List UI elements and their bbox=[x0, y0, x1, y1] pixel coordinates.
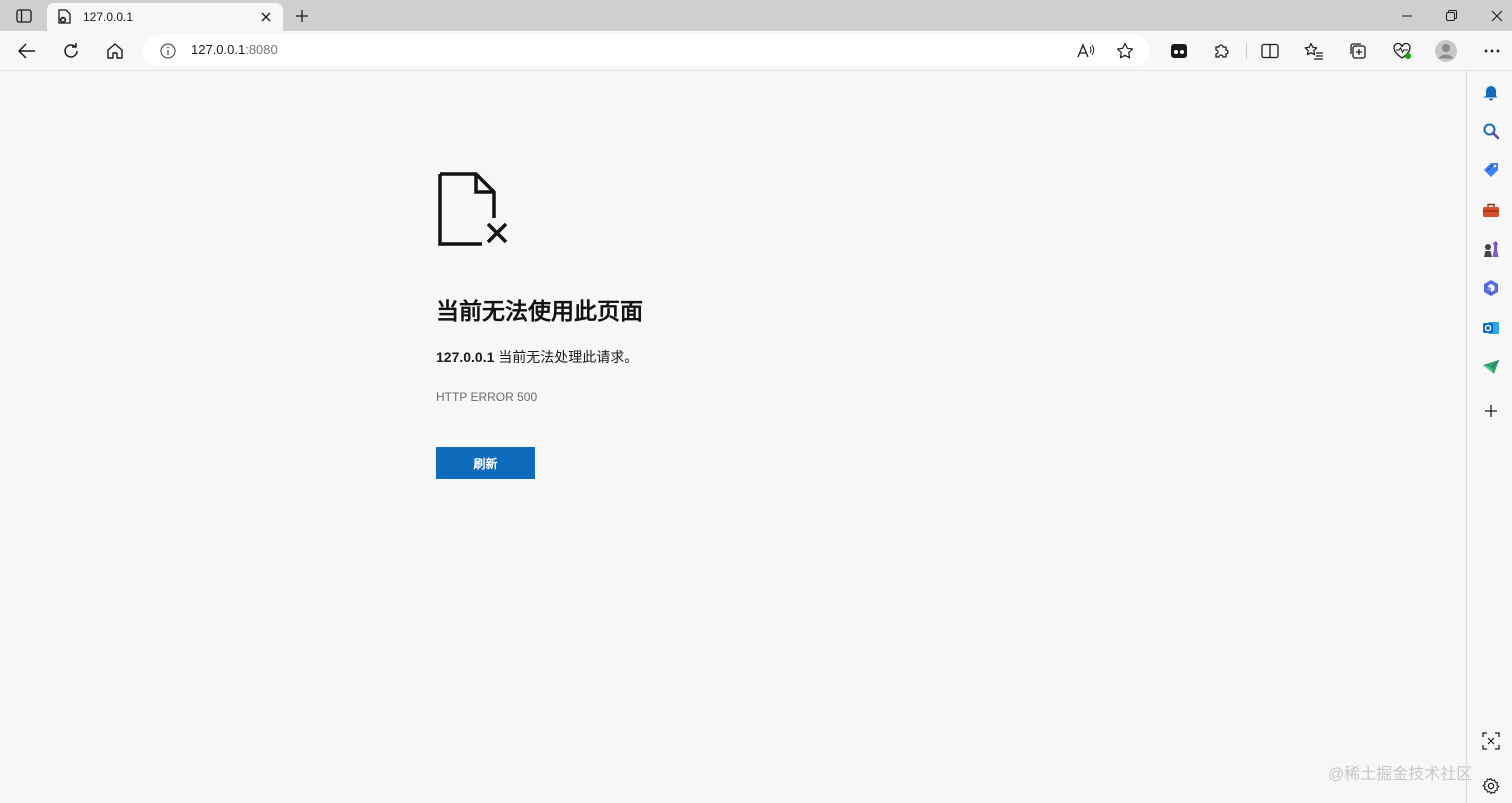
extension-button[interactable] bbox=[1164, 36, 1194, 66]
extensions-button[interactable] bbox=[1207, 36, 1237, 66]
arrow-left-icon bbox=[18, 43, 35, 59]
outlook-icon bbox=[1483, 322, 1499, 334]
restore-icon bbox=[1445, 10, 1457, 21]
plus-icon bbox=[1485, 405, 1497, 417]
new-tab-button[interactable] bbox=[290, 5, 314, 27]
close-icon bbox=[1491, 10, 1503, 21]
screenshot-icon bbox=[1482, 732, 1500, 750]
screenshot-button[interactable] bbox=[1480, 730, 1502, 752]
heart-pulse-icon bbox=[1393, 42, 1411, 59]
error-host: 127.0.0.1 bbox=[436, 349, 495, 365]
info-icon[interactable] bbox=[159, 42, 177, 60]
tools-button[interactable] bbox=[1480, 199, 1502, 221]
collections-button[interactable] bbox=[1343, 36, 1373, 66]
paper-plane-icon bbox=[1483, 359, 1500, 374]
collections-icon bbox=[1350, 43, 1366, 59]
search-icon bbox=[1483, 123, 1500, 140]
tag-icon bbox=[1484, 163, 1498, 177]
toolbar-divider bbox=[1246, 43, 1247, 59]
tab-title: 127.0.0.1 bbox=[83, 10, 134, 24]
tab-close-icon[interactable] bbox=[257, 8, 275, 26]
sidebar-settings-button[interactable] bbox=[1480, 775, 1502, 797]
active-tab[interactable]: 127.0.0.1 bbox=[47, 3, 283, 31]
tab-actions-icon bbox=[16, 9, 32, 23]
microsoft365-icon bbox=[1484, 280, 1498, 296]
profile-button[interactable] bbox=[1431, 36, 1461, 66]
reload-button[interactable]: 刷新 bbox=[436, 447, 535, 479]
gear-icon bbox=[1482, 777, 1500, 795]
address-bar[interactable]: 127.0.0.1:8080 bbox=[143, 35, 1150, 66]
split-screen-icon bbox=[1261, 43, 1279, 59]
close-window-button[interactable] bbox=[1474, 0, 1512, 31]
home-icon bbox=[107, 43, 123, 59]
bell-icon bbox=[1482, 86, 1498, 101]
search-button[interactable] bbox=[1480, 120, 1502, 142]
home-button[interactable] bbox=[100, 36, 130, 66]
error-title: 当前无法使用此页面 bbox=[436, 298, 643, 324]
error-code: HTTP ERROR 500 bbox=[436, 390, 538, 404]
browser-essentials-button[interactable] bbox=[1387, 36, 1417, 66]
outlook-button[interactable] bbox=[1480, 317, 1502, 339]
refresh-icon bbox=[64, 43, 78, 58]
edge-sidebar bbox=[1466, 71, 1512, 803]
favorites-list-icon bbox=[1304, 42, 1323, 60]
puzzle-icon bbox=[1215, 44, 1229, 58]
shopping-button[interactable] bbox=[1480, 159, 1502, 181]
address-url[interactable]: 127.0.0.1:8080 bbox=[191, 42, 278, 57]
chess-piece-icon bbox=[1484, 241, 1499, 257]
watermark-text: @稀土掘金技术社区 bbox=[1328, 766, 1473, 783]
settings-more-button[interactable] bbox=[1477, 36, 1507, 66]
tab-strip: 127.0.0.1 bbox=[0, 0, 1512, 31]
minimize-icon bbox=[1402, 15, 1412, 16]
tab-actions-button[interactable] bbox=[10, 6, 38, 26]
send-button[interactable] bbox=[1480, 356, 1502, 378]
notifications-button[interactable] bbox=[1480, 81, 1502, 103]
more-icon bbox=[1484, 49, 1500, 53]
split-screen-button[interactable] bbox=[1255, 36, 1285, 66]
browser-toolbar: 127.0.0.1:8080 bbox=[0, 31, 1512, 71]
games-button[interactable] bbox=[1480, 238, 1502, 260]
error-description: 127.0.0.1 当前无法处理此请求。 bbox=[436, 347, 638, 367]
minimize-button[interactable] bbox=[1384, 0, 1430, 31]
microsoft365-button[interactable] bbox=[1480, 277, 1502, 299]
avatar-icon bbox=[1435, 40, 1457, 62]
refresh-button[interactable] bbox=[56, 36, 86, 66]
error-message: 当前无法处理此请求。 bbox=[494, 349, 639, 365]
back-button[interactable] bbox=[12, 36, 42, 66]
url-host: 127.0.0.1 bbox=[191, 42, 246, 57]
favorite-star-icon[interactable] bbox=[1113, 39, 1137, 63]
plus-icon bbox=[296, 10, 308, 22]
broken-file-icon bbox=[438, 172, 508, 246]
extension-app-icon bbox=[1171, 44, 1187, 58]
restore-button[interactable] bbox=[1428, 0, 1474, 31]
url-port: :8080 bbox=[245, 42, 278, 57]
toolbox-icon bbox=[1483, 203, 1499, 217]
add-sidebar-app-button[interactable] bbox=[1480, 400, 1502, 422]
favorites-button[interactable] bbox=[1299, 36, 1329, 66]
read-aloud-icon[interactable] bbox=[1074, 39, 1098, 63]
error-page-favicon-icon bbox=[57, 9, 73, 25]
